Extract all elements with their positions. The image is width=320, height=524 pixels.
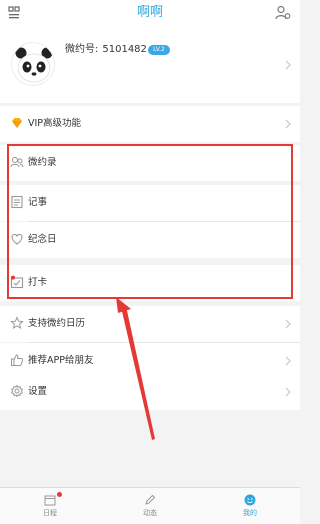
menu-item-contacts[interactable]: 微约录: [0, 145, 300, 181]
chevron-right-icon: [285, 387, 291, 397]
menu-label-recommend: 推荐APP给朋友: [28, 355, 94, 366]
notification-dot: [57, 492, 62, 497]
avatar[interactable]: [11, 42, 55, 86]
note-icon: [11, 195, 23, 209]
chevron-right-icon: [285, 319, 291, 329]
smile-icon: [244, 494, 256, 506]
profile-card[interactable]: 微约号: 5101482 LV.2: [0, 28, 300, 103]
user-id-value: 5101482: [102, 44, 147, 55]
menu-item-anniversary[interactable]: 纪念日: [0, 222, 300, 258]
user-id: 微约号: 5101482: [65, 44, 147, 56]
level-badge: LV.2: [148, 45, 170, 55]
diamond-icon: [12, 118, 22, 128]
menu-label-notes: 记事: [28, 197, 48, 208]
pencil-icon: [145, 494, 156, 505]
menu-item-checkin[interactable]: 打卡: [0, 265, 300, 301]
panda-avatar: [12, 43, 54, 85]
menu-item-support[interactable]: 支持微约日历: [0, 306, 300, 342]
thumbs-up-icon: [11, 354, 24, 366]
user-settings-icon[interactable]: [275, 5, 291, 20]
page-title: 啊啊: [136, 5, 163, 20]
chevron-right-icon: [285, 356, 291, 366]
chevron-right-icon: [285, 60, 291, 70]
contacts-icon: [10, 156, 24, 168]
menu-item-settings[interactable]: 设置: [0, 374, 300, 410]
tab-activity[interactable]: 动态: [100, 488, 200, 524]
menu-label-settings: 设置: [28, 386, 48, 397]
gear-icon: [11, 384, 23, 398]
menu-label-contacts: 微约录: [28, 157, 57, 168]
tab-mine[interactable]: 我的: [200, 488, 300, 524]
menu-item-vip[interactable]: VIP高级功能: [0, 106, 300, 142]
heart-icon: [11, 233, 23, 245]
chevron-right-icon: [285, 119, 291, 129]
bottom-tab-bar: 日程 动态 我的: [0, 487, 300, 524]
tab-schedule[interactable]: 日程: [0, 488, 100, 524]
calendar-icon: [44, 495, 56, 506]
checkin-icon: [10, 275, 24, 289]
star-icon: [10, 316, 24, 330]
top-bar: 啊啊: [0, 0, 300, 28]
tab-label-mine: 我的: [243, 509, 257, 517]
menu-item-notes[interactable]: 记事: [0, 185, 300, 221]
tab-label-activity: 动态: [143, 509, 157, 517]
menu-label-checkin: 打卡: [28, 277, 48, 288]
user-id-label: 微约号:: [65, 44, 99, 55]
tab-label-schedule: 日程: [43, 509, 57, 517]
menu-label-vip: VIP高级功能: [28, 118, 82, 129]
menu-label-support: 支持微约日历: [28, 318, 86, 329]
menu-label-anniversary: 纪念日: [28, 234, 57, 245]
